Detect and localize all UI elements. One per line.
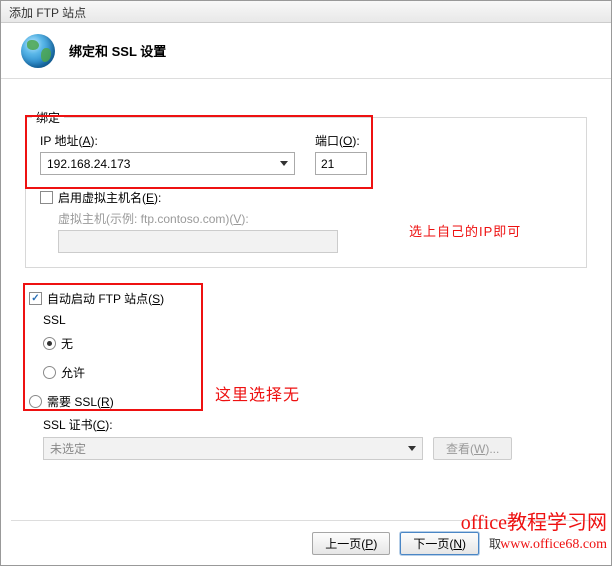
ssl-cert-dropdown[interactable]: 未选定 xyxy=(43,437,423,460)
ip-label: IP 地址(A): xyxy=(40,132,295,149)
ssl-allow-radio[interactable] xyxy=(43,366,56,379)
prev-button[interactable]: 上一页(P) xyxy=(312,532,390,555)
annotation-text-ip: 选上自己的IP即可 xyxy=(409,221,521,240)
dialog-content: 绑定 IP 地址(A): 192.168.24.173 端口(O): xyxy=(1,79,611,460)
ssl-allow-label: 允许 xyxy=(61,364,85,381)
ssl-require-label: 需要 SSL(R) xyxy=(47,393,114,410)
chevron-down-icon xyxy=(408,446,416,451)
page-title: 绑定和 SSL 设置 xyxy=(69,41,166,60)
watermark-title: office教程学习网 xyxy=(461,511,607,536)
autostart-label: 自动启动 FTP 站点(S) xyxy=(47,290,164,307)
chevron-down-icon xyxy=(280,161,288,166)
autostart-checkbox[interactable] xyxy=(29,292,42,305)
watermark-url: www.office68.com xyxy=(461,536,607,554)
vhost-checkbox-row: 启用虚拟主机名(E): xyxy=(40,189,572,206)
port-input[interactable] xyxy=(315,152,367,175)
ssl-cert-value: 未选定 xyxy=(50,440,86,457)
ssl-options-group: 无 允许 xyxy=(43,335,587,381)
ssl-cert-label: SSL 证书(C): xyxy=(43,416,587,433)
ssl-none-label: 无 xyxy=(61,335,73,352)
binding-row: IP 地址(A): 192.168.24.173 端口(O): xyxy=(40,132,572,175)
binding-legend: 绑定 xyxy=(32,109,64,126)
dialog-header: 绑定和 SSL 设置 xyxy=(1,23,611,79)
ssl-cert-row: 未选定 查看(W)... xyxy=(43,437,587,460)
enable-vhost-label: 启用虚拟主机名(E): xyxy=(58,189,161,206)
enable-vhost-checkbox[interactable] xyxy=(40,191,53,204)
ssl-none-row: 无 xyxy=(43,335,587,352)
annotation-text-ssl: 这里选择无 xyxy=(215,381,300,405)
view-cert-button: 查看(W)... xyxy=(433,437,512,460)
binding-fieldset: 绑定 IP 地址(A): 192.168.24.173 端口(O): xyxy=(25,117,587,268)
watermark: office教程学习网 www.office68.com xyxy=(461,511,607,554)
port-field-group: 端口(O): xyxy=(315,132,367,175)
window-title: 添加 FTP 站点 xyxy=(9,6,86,20)
vhost-name-input xyxy=(58,230,338,253)
ssl-allow-row: 允许 xyxy=(43,364,587,381)
ssl-heading: SSL xyxy=(43,313,587,327)
ssl-none-radio[interactable] xyxy=(43,337,56,350)
port-label: 端口(O): xyxy=(315,132,367,149)
window-titlebar: 添加 FTP 站点 xyxy=(1,1,611,23)
ssl-require-radio[interactable] xyxy=(29,395,42,408)
ip-field-group: IP 地址(A): 192.168.24.173 xyxy=(40,132,295,175)
globe-icon xyxy=(21,34,55,68)
ip-address-dropdown[interactable]: 192.168.24.173 xyxy=(40,152,295,175)
autostart-row: 自动启动 FTP 站点(S) xyxy=(29,290,587,307)
ip-address-value: 192.168.24.173 xyxy=(47,157,130,171)
ssl-require-row: 需要 SSL(R) xyxy=(29,393,587,410)
dialog-window: 添加 FTP 站点 绑定和 SSL 设置 绑定 IP 地址(A): 192.16… xyxy=(0,0,612,566)
